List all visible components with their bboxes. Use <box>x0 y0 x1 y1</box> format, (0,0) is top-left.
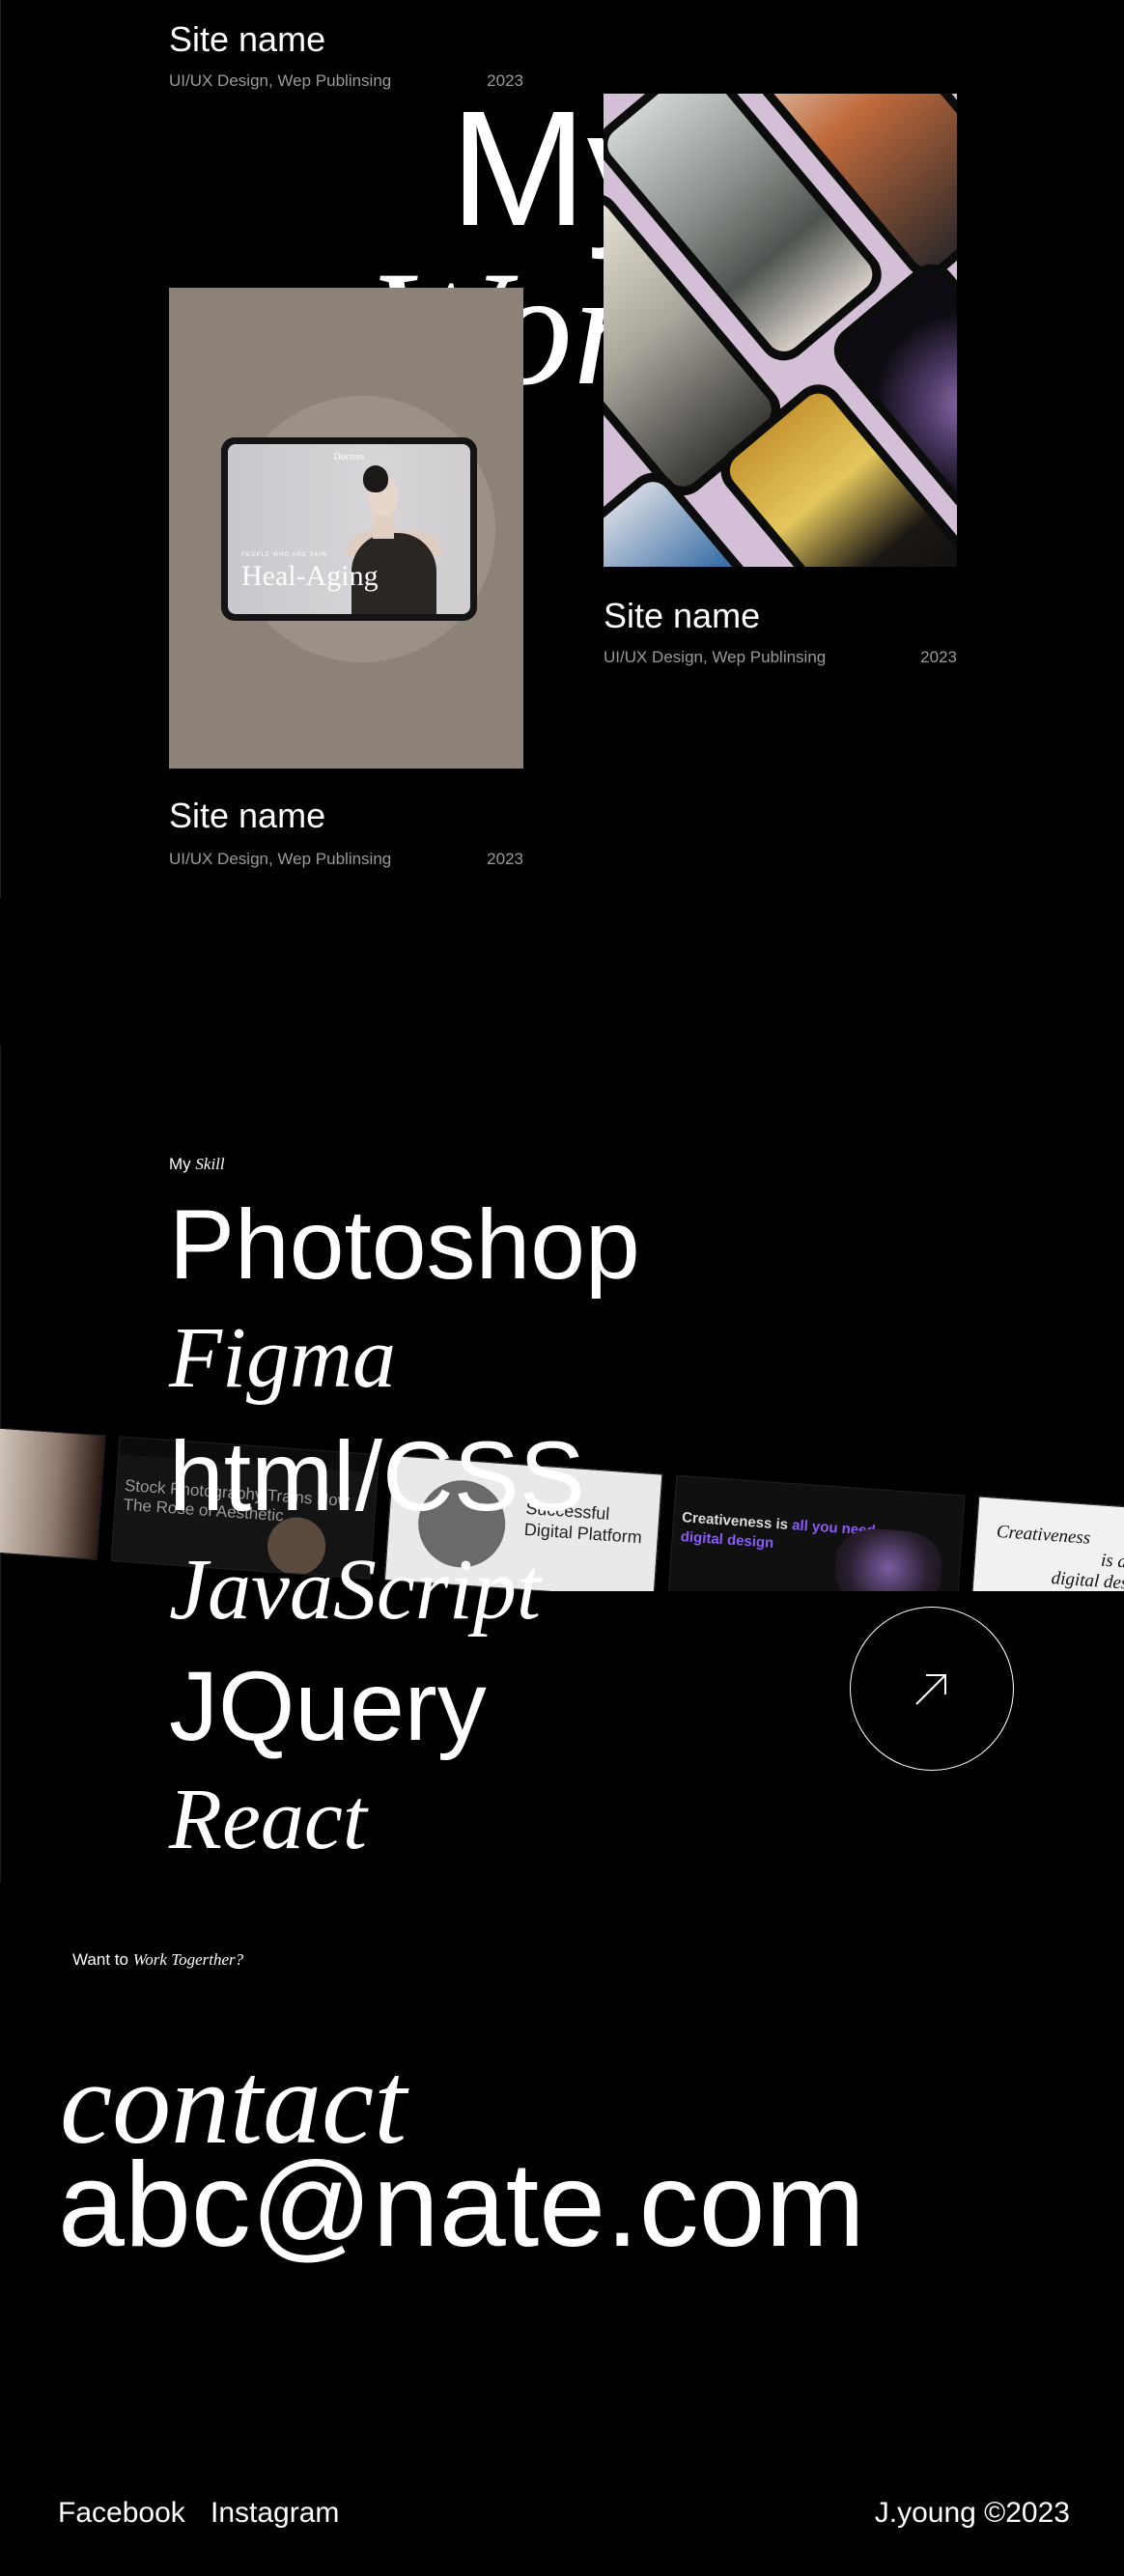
tablet-headline: Heal-Aging <box>241 560 379 592</box>
marquee-shot[interactable]: Creativeness is all you need digital des… <box>667 1474 966 1591</box>
skill-eyebrow: My Skill <box>169 1155 225 1174</box>
tablet-screen: Doctors PEOPLE WHO ARE SKIN Heal-Aging <box>228 444 470 614</box>
marquee-shot[interactable] <box>0 1427 106 1561</box>
skill-eyebrow-italic: Skill <box>195 1155 225 1173</box>
footer-copyright: J.young ©2023 <box>874 2497 1070 2529</box>
skill-item-jquery: JQuery <box>169 1651 487 1761</box>
tablet-tag: PEOPLE WHO ARE SKIN <box>241 552 327 558</box>
skill-item-javascript: JavaScript <box>169 1542 541 1638</box>
footer-link-facebook[interactable]: Facebook <box>58 2497 185 2530</box>
work-item-year: 2023 <box>920 648 957 666</box>
marquee-shot-text: digital design <box>1051 1568 1124 1591</box>
work-item-name[interactable]: Site name <box>604 596 760 636</box>
work-item-categories: UI/UX Design, Wep Publinsing <box>169 850 392 868</box>
marquee-shot-text: Creativeness <box>996 1521 1091 1549</box>
skill-eyebrow-plain: My <box>169 1155 191 1173</box>
marquee-shot[interactable]: Creativeness is all you digital design <box>969 1496 1124 1591</box>
marquee-shot-text: digital design <box>680 1528 774 1552</box>
contact-email-link[interactable]: abc@nate.com <box>58 2145 865 2265</box>
skill-item-html-css: html/CSS <box>169 1421 585 1531</box>
work-item-name[interactable]: Site name <box>169 19 325 60</box>
section-divider <box>0 0 1 898</box>
footer-link-instagram[interactable]: Instagram <box>211 2497 339 2530</box>
arrow-circle-button[interactable] <box>850 1607 1014 1771</box>
tablet-device: Doctors PEOPLE WHO ARE SKIN Heal-Aging <box>221 437 477 621</box>
tablet-brand: Doctors <box>333 452 365 462</box>
work-item-year: 2023 <box>487 850 523 868</box>
work-item-categories: UI/UX Design, Wep Publinsing <box>169 71 392 90</box>
work-section: Site name UI/UX Design, Wep Publinsing 2… <box>0 0 1124 898</box>
arrow-up-right-icon <box>915 1674 946 1705</box>
contact-prompt-italic: Work Togerther? <box>132 1950 244 1969</box>
work-card-tablet[interactable]: Doctors PEOPLE WHO ARE SKIN Heal-Aging <box>169 288 523 769</box>
skill-item-photoshop: Photoshop <box>169 1190 640 1300</box>
skill-item-figma: Figma <box>169 1310 396 1406</box>
contact-prompt: Want to Work Togerther? <box>72 1950 243 1970</box>
work-item-categories: UI/UX Design, Wep Publinsing <box>604 648 827 666</box>
work-card-phones[interactable] <box>604 94 957 567</box>
contact-prompt-plain: Want to <box>72 1950 128 1969</box>
work-item-name[interactable]: Site name <box>169 796 325 836</box>
skill-item-react: React <box>169 1772 367 1867</box>
